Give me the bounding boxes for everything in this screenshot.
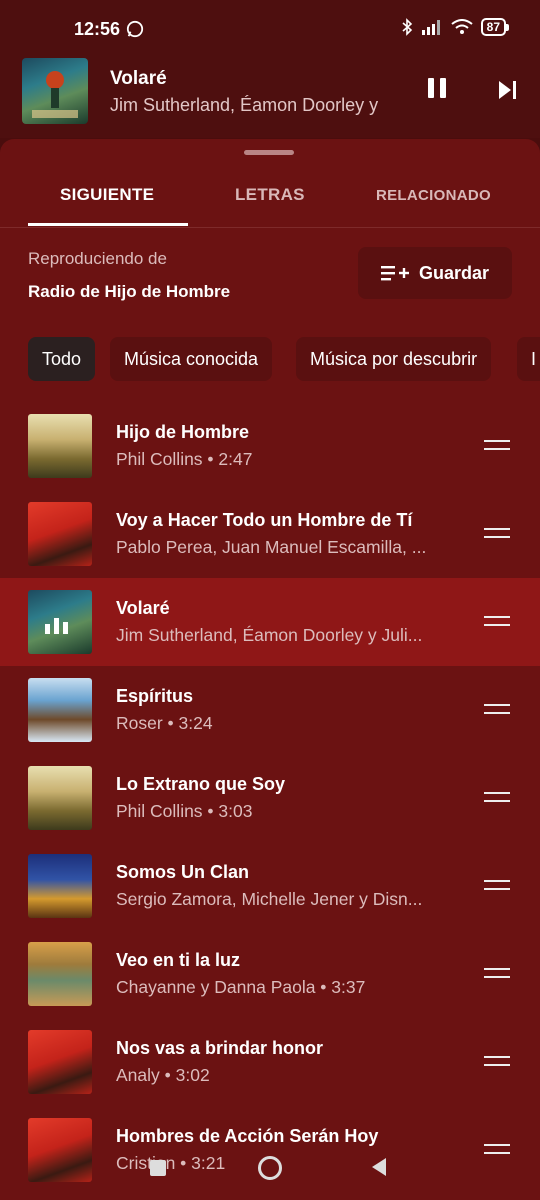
- song-subtitle: Sergio Zamora, Michelle Jener y Disn...: [116, 889, 423, 909]
- home-icon[interactable]: [258, 1156, 282, 1180]
- chip-musica-por-descubrir[interactable]: Música por descubrir: [296, 337, 492, 381]
- queue-row[interactable]: Espíritus Roser • 3:24: [0, 666, 540, 754]
- song-title: Somos Un Clan: [116, 862, 250, 882]
- bluetooth-icon: [402, 18, 412, 36]
- playlist-add-icon: [380, 266, 409, 281]
- song-title: Voy a Hacer Todo un Hombre de Tí: [116, 510, 413, 530]
- drag-handle-icon[interactable]: [484, 880, 510, 892]
- drag-handle-icon[interactable]: [484, 968, 510, 980]
- recents-icon[interactable]: [150, 1160, 166, 1176]
- now-playing-title: Volaré: [110, 68, 167, 89]
- playing-from-label: Reproduciendo de: [28, 249, 167, 268]
- brave-cover: [28, 590, 92, 654]
- tab-bar: Siguiente Letras Relacionado: [0, 165, 540, 227]
- chip-more[interactable]: I: [517, 337, 540, 381]
- song-subtitle: Jim Sutherland, Éamon Doorley y Juli...: [116, 625, 423, 645]
- brave-cover-art: [32, 71, 78, 118]
- tarzan-cover: [28, 414, 92, 478]
- tarzan-cover: [28, 766, 92, 830]
- drag-handle-icon[interactable]: [484, 440, 510, 452]
- now-playing-artist: Jim Sutherland, Éamon Doorley y: [110, 95, 379, 115]
- album-art[interactable]: [22, 58, 88, 124]
- song-title: Hijo de Hombre: [116, 422, 250, 442]
- mini-player[interactable]: Volaré Jim Sutherland, Éamon Doorley y: [0, 58, 540, 138]
- lion-king-cover: [28, 854, 92, 918]
- song-title: Veo en ti la luz: [116, 950, 241, 970]
- brother-bear-cover: [28, 678, 92, 742]
- song-subtitle: Pablo Perea, Juan Manuel Escamilla, ...: [116, 537, 427, 557]
- tab-letras[interactable]: Letras: [235, 185, 305, 205]
- whatsapp-icon: [126, 20, 144, 38]
- queue-row[interactable]: Voy a Hacer Todo un Hombre de Tí Pablo P…: [0, 490, 540, 578]
- back-icon[interactable]: [372, 1158, 386, 1176]
- drag-handle-icon[interactable]: [484, 1056, 510, 1068]
- song-title: Lo Extrano que Soy: [116, 774, 286, 794]
- equalizer-icon: [45, 618, 68, 634]
- filter-chips: Todo Música conocida Música por descubri…: [28, 337, 540, 381]
- song-title: Nos vas a brindar honor: [116, 1038, 324, 1058]
- song-subtitle: Phil Collins • 2:47: [116, 449, 253, 469]
- skip-next-icon[interactable]: [496, 78, 520, 102]
- drag-handle[interactable]: [244, 150, 294, 155]
- system-nav-bar: [0, 1146, 540, 1190]
- queue-row[interactable]: Hijo de Hombre Phil Collins • 2:47: [0, 402, 540, 490]
- queue-row-playing[interactable]: Volaré Jim Sutherland, Éamon Doorley y J…: [0, 578, 540, 666]
- playing-from-name[interactable]: Radio de Hijo de Hombre: [28, 282, 230, 302]
- save-button[interactable]: Guardar: [358, 247, 512, 299]
- song-title: Espíritus: [116, 686, 194, 706]
- save-button-label: Guardar: [418, 262, 490, 283]
- song-subtitle: Phil Collins • 3:03: [116, 801, 253, 821]
- pause-button[interactable]: [428, 78, 454, 104]
- tabs-divider: [0, 227, 540, 228]
- queue-row[interactable]: Lo Extrano que Soy Phil Collins • 3:03: [0, 754, 540, 842]
- active-tab-indicator: [28, 223, 188, 226]
- drag-handle-icon[interactable]: [484, 528, 510, 540]
- song-title: Volaré: [116, 598, 170, 618]
- mulan-cover: [28, 1030, 92, 1094]
- song-subtitle: Analy • 3:02: [116, 1065, 210, 1085]
- chip-musica-conocida[interactable]: Música conocida: [110, 337, 273, 381]
- queue-row[interactable]: Nos vas a brindar honor Analy • 3:02: [0, 1018, 540, 1106]
- wifi-icon: [451, 19, 473, 34]
- tangled-cover: [28, 942, 92, 1006]
- song-subtitle: Chayanne y Danna Paola • 3:37: [116, 977, 366, 997]
- queue-row[interactable]: Veo en ti la luz Chayanne y Danna Paola …: [0, 930, 540, 1018]
- signal-icon: [421, 20, 440, 35]
- tab-relacionado[interactable]: Relacionado: [376, 187, 491, 204]
- status-icons: 87: [401, 18, 510, 36]
- status-bar: 12:56 87: [0, 0, 540, 60]
- battery-indicator: 87: [480, 18, 510, 36]
- tab-siguiente[interactable]: Siguiente: [60, 185, 154, 205]
- queue-row[interactable]: Somos Un Clan Sergio Zamora, Michelle Je…: [0, 842, 540, 930]
- mulan-cover: [28, 502, 92, 566]
- drag-handle-icon[interactable]: [484, 616, 510, 628]
- drag-handle-icon[interactable]: [484, 704, 510, 716]
- song-title: Hombres de Acción Serán Hoy: [116, 1126, 379, 1146]
- queue-sheet: Siguiente Letras Relacionado Reproducien…: [0, 139, 540, 1200]
- song-subtitle: Roser • 3:24: [116, 713, 213, 733]
- status-time: 12:56: [74, 19, 121, 39]
- chip-todo[interactable]: Todo: [28, 337, 96, 381]
- drag-handle-icon[interactable]: [484, 792, 510, 804]
